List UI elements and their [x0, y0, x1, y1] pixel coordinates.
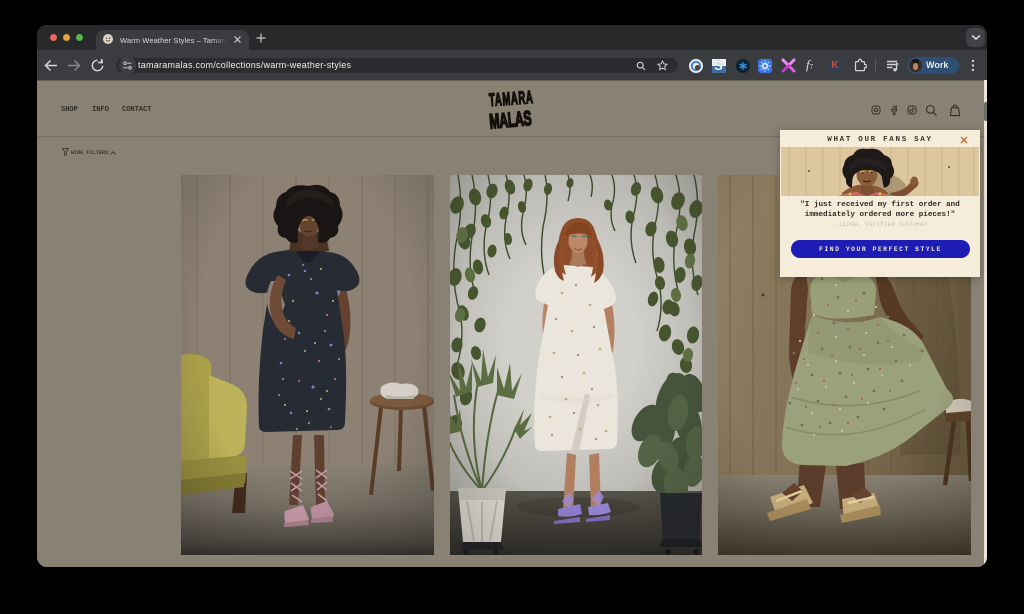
svg-text:MALAS: MALAS	[488, 107, 532, 133]
